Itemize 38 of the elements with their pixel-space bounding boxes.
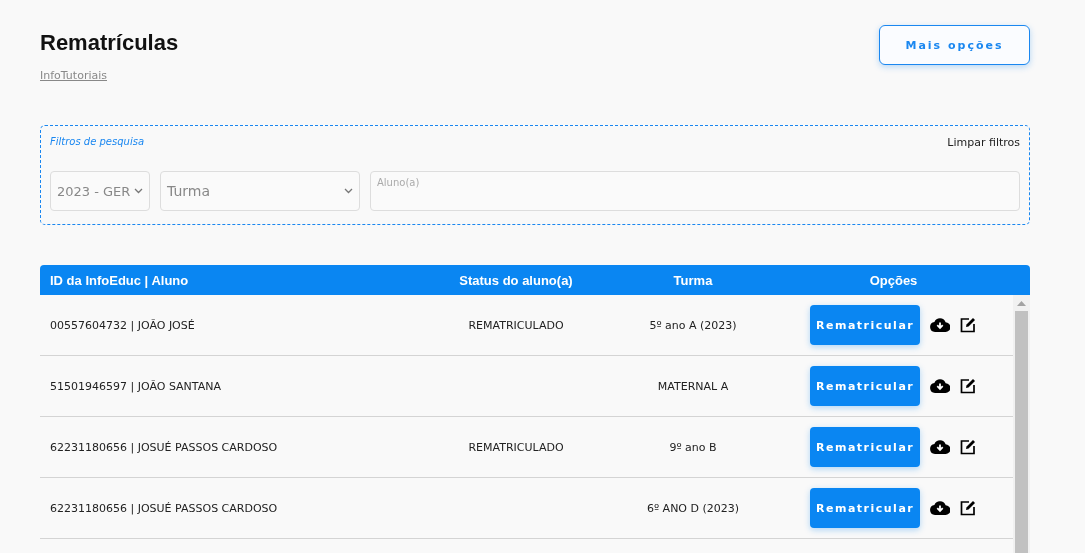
column-header: Status do aluno(a) bbox=[459, 272, 573, 288]
clear-filters-link[interactable]: Limpar filtros bbox=[947, 136, 1020, 149]
cloud-download-icon[interactable] bbox=[930, 379, 950, 393]
scrollbar[interactable] bbox=[1013, 295, 1030, 553]
column-header: Opções bbox=[869, 272, 918, 288]
page-title: Rematrículas bbox=[40, 29, 179, 56]
student-cell: 62231180656 | JOSUÉ PASSOS CARDOSO bbox=[50, 501, 278, 515]
student-cell: 00557604732 | JOÃO JOSÉ bbox=[50, 318, 195, 332]
breadcrumb-link[interactable]: InfoTutoriais bbox=[40, 69, 107, 82]
chevron-down-icon bbox=[344, 188, 353, 194]
student-cell: 62231180656 | JOSUÉ PASSOS CARDOSO bbox=[50, 440, 278, 454]
re-enroll-button[interactable]: Rematricular bbox=[810, 488, 920, 528]
column-header: ID da InfoEduc | Aluno bbox=[49, 272, 189, 288]
chevron-down-icon bbox=[134, 188, 143, 194]
edit-icon[interactable] bbox=[960, 439, 976, 455]
status-cell: REMATRICULADO bbox=[468, 440, 564, 454]
student-field[interactable]: Aluno(a) bbox=[370, 171, 1020, 211]
status-cell: REMATRICULADO bbox=[468, 318, 564, 332]
edit-icon[interactable] bbox=[960, 378, 976, 394]
class-cell: 9º ano B bbox=[669, 440, 717, 454]
re-enroll-button[interactable]: Rematricular bbox=[810, 305, 920, 345]
filters-title: Filtros de pesquisa bbox=[50, 136, 145, 149]
edit-icon[interactable] bbox=[960, 317, 976, 333]
column-header: Turma bbox=[673, 272, 713, 288]
scrollbar-thumb[interactable] bbox=[1015, 311, 1028, 553]
cloud-download-icon[interactable] bbox=[930, 318, 950, 332]
edit-icon[interactable] bbox=[960, 500, 976, 516]
student-cell: 51501946597 | JOÃO SANTANA bbox=[50, 379, 221, 393]
class-cell: 5º ano A (2023) bbox=[649, 318, 737, 332]
class-cell: MATERNAL A bbox=[657, 379, 729, 393]
re-enroll-button[interactable]: Rematricular bbox=[810, 427, 920, 467]
re-enroll-button[interactable]: Rematricular bbox=[810, 366, 920, 406]
class-select[interactable]: Turma bbox=[160, 171, 360, 211]
class-cell: 6º ANO D (2023) bbox=[646, 501, 740, 515]
cloud-download-icon[interactable] bbox=[930, 501, 950, 515]
cloud-download-icon[interactable] bbox=[930, 440, 950, 454]
more-options-button[interactable]: Mais opções bbox=[879, 25, 1030, 65]
year-select[interactable]: 2023 - GER bbox=[50, 171, 150, 211]
